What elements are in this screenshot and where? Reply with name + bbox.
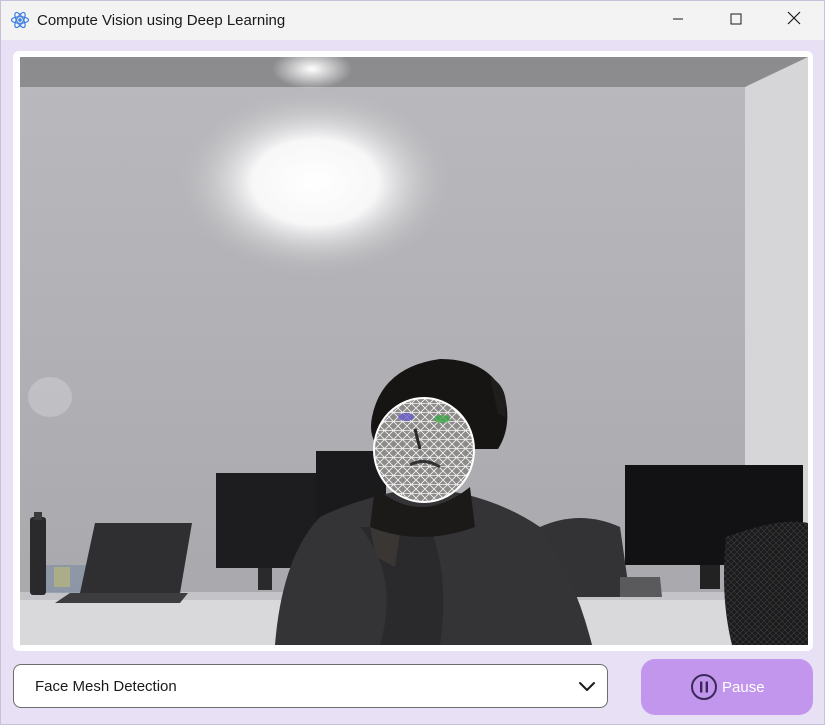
model-select-value: Face Mesh Detection	[35, 678, 177, 695]
close-button[interactable]	[765, 1, 823, 40]
webcam-image	[20, 57, 808, 645]
pause-button[interactable]: Pause	[641, 659, 813, 715]
maximize-icon	[730, 12, 742, 30]
minimize-icon	[672, 12, 684, 30]
pause-icon	[690, 673, 718, 701]
chevron-down-icon	[577, 678, 597, 696]
model-select[interactable]: Face Mesh Detection	[13, 664, 608, 708]
close-icon	[787, 11, 801, 30]
title-bar[interactable]: Compute Vision using Deep Learning	[1, 1, 824, 40]
app-window: Compute Vision using Deep Learning Face …	[0, 0, 825, 725]
video-frame	[13, 51, 813, 651]
maximize-button[interactable]	[707, 1, 765, 40]
window-title: Compute Vision using Deep Learning	[37, 12, 286, 29]
minimize-button[interactable]	[649, 1, 707, 40]
webcam-feed	[20, 57, 808, 645]
atom-icon	[10, 10, 30, 30]
pause-label: Pause	[722, 679, 765, 696]
